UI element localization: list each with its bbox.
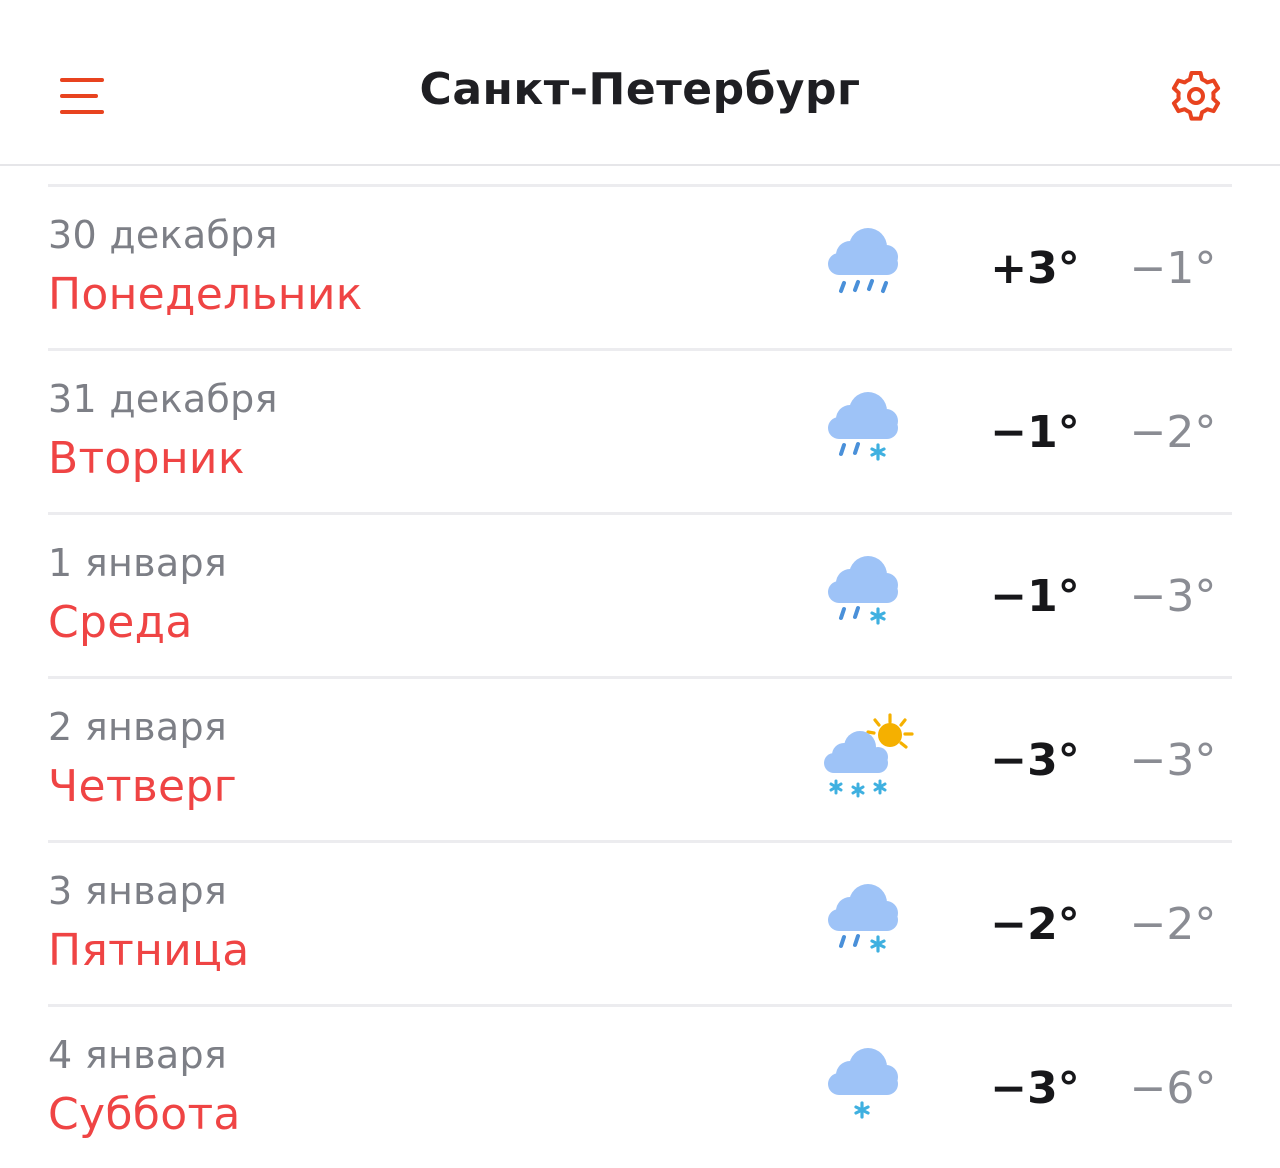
forecast-date: 31 декабря <box>48 377 278 421</box>
forecast-weekday: Суббота <box>48 1089 241 1140</box>
forecast-weekday: Четверг <box>48 761 238 812</box>
forecast-date: 1 января <box>48 541 228 585</box>
night-temperature: −3° <box>1129 735 1217 786</box>
cloud-rain-icon <box>828 228 898 293</box>
app-header: Санкт-Петербург <box>0 0 1280 166</box>
forecast-date: 2 января <box>48 705 228 749</box>
cloud-snow-icon <box>828 1048 898 1119</box>
forecast-date: 3 января <box>48 869 228 913</box>
forecast-date: 30 декабря <box>48 213 278 257</box>
night-temperature: −2° <box>1129 407 1217 458</box>
day-temperature: −2° <box>990 899 1080 950</box>
forecast-weekday: Среда <box>48 597 193 648</box>
forecast-row[interactable]: 31 декабря Вторник −1° −2° <box>48 348 1232 512</box>
forecast-date: 4 января <box>48 1033 228 1077</box>
night-temperature: −2° <box>1129 899 1217 950</box>
forecast-weekday: Вторник <box>48 433 245 484</box>
night-temperature: −6° <box>1129 1063 1217 1114</box>
cloud-rain-snow-icon <box>828 392 898 461</box>
night-temperature: −1° <box>1129 243 1217 294</box>
gear-icon[interactable] <box>1164 64 1228 128</box>
night-temperature: −3° <box>1129 571 1217 622</box>
forecast-weekday: Пятница <box>48 925 250 976</box>
sun-cloud-snow-icon <box>824 713 914 798</box>
day-temperature: −3° <box>990 735 1080 786</box>
day-temperature: −1° <box>990 407 1080 458</box>
forecast-row[interactable]: 4 января Суббота −3° −6° <box>48 1004 1232 1168</box>
day-temperature: −1° <box>990 571 1080 622</box>
forecast-row[interactable]: 1 января Среда −1° −3° <box>48 512 1232 676</box>
cloud-rain-snow-icon <box>828 556 898 625</box>
cloud-rain-snow-icon <box>828 884 898 953</box>
day-temperature: +3° <box>990 243 1080 294</box>
forecast-row[interactable]: 3 января Пятница −2° −2° <box>48 840 1232 1004</box>
forecast-row[interactable]: 30 декабря Понедельник +3° −1° <box>48 184 1232 348</box>
forecast-list: 30 декабря Понедельник +3° −1° 31 декабр… <box>48 184 1232 1168</box>
day-temperature: −3° <box>990 1063 1080 1114</box>
forecast-row[interactable]: 2 января Четверг −3° −3° <box>48 676 1232 840</box>
page-title: Санкт-Петербург <box>419 64 861 115</box>
forecast-weekday: Понедельник <box>48 269 363 320</box>
